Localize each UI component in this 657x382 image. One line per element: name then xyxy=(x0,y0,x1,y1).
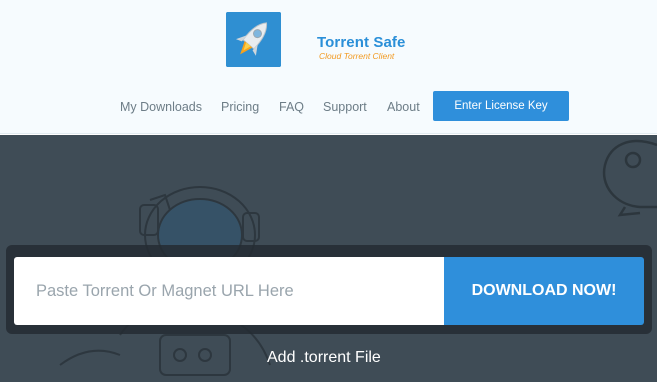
brand-tagline: Cloud Torrent Client xyxy=(319,51,395,61)
site-header: Torrent Safe Cloud Torrent Client My Dow… xyxy=(0,0,657,134)
rocket-icon[interactable] xyxy=(226,12,281,67)
nav-support[interactable]: Support xyxy=(323,100,367,114)
brand-name[interactable]: Torrent Safe xyxy=(317,34,405,51)
nav-my-downloads[interactable]: My Downloads xyxy=(120,100,202,114)
torrent-url-input[interactable] xyxy=(14,257,444,325)
rocket-outline-icon xyxy=(602,139,657,217)
nav-pricing[interactable]: Pricing xyxy=(221,100,259,114)
add-torrent-file-link[interactable]: Add .torrent File xyxy=(267,349,381,367)
download-now-button[interactable]: DOWNLOAD NOW! xyxy=(444,257,644,325)
nav-faq[interactable]: FAQ xyxy=(279,100,304,114)
enter-license-key-button[interactable]: Enter License Key xyxy=(433,91,569,121)
nav-about[interactable]: About xyxy=(387,100,420,114)
